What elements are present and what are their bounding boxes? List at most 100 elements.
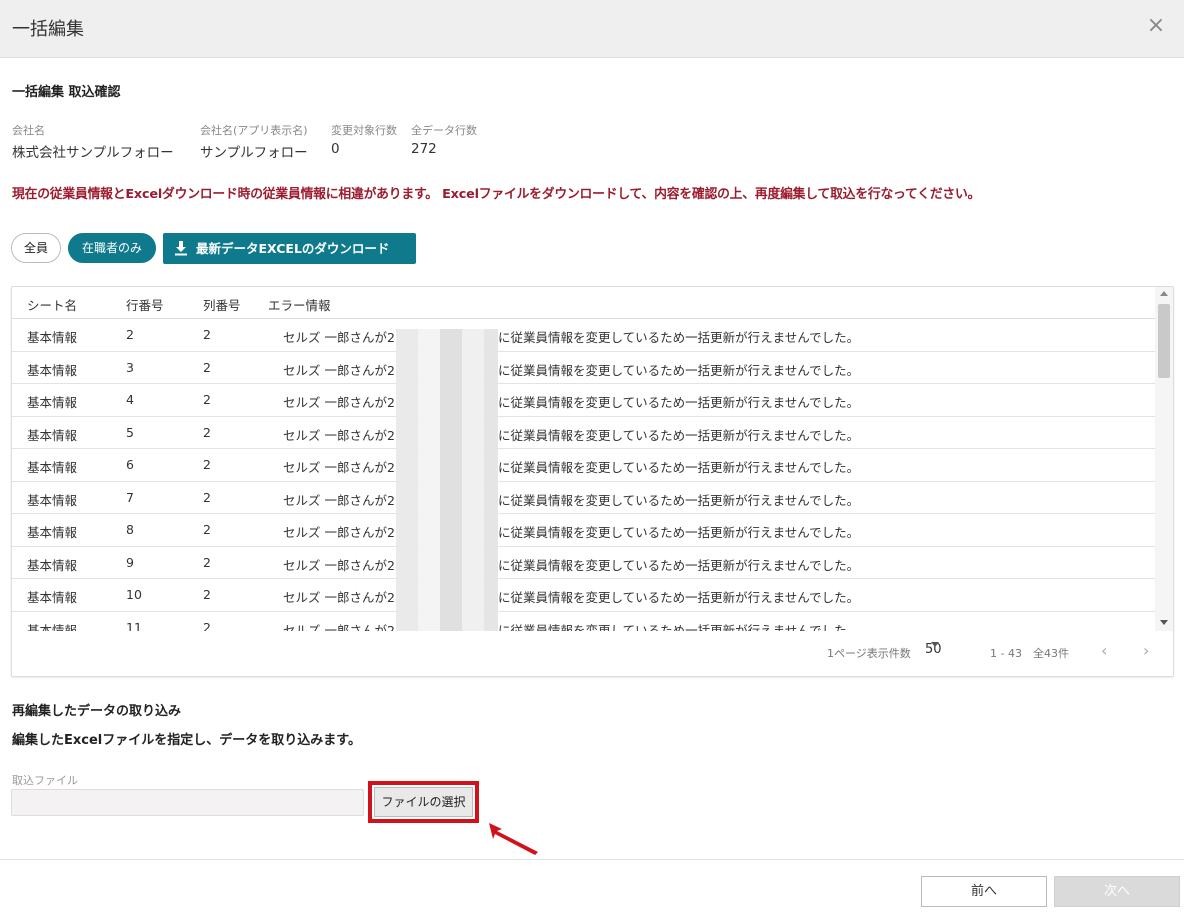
cell-error-prefix: セルズ 一郎さんが2: [283, 427, 395, 443]
cell-row: 6: [126, 457, 134, 472]
cell-sheet: 基本情報: [27, 460, 78, 475]
cell-error-prefix: セルズ 一郎さんが2: [283, 492, 395, 508]
cell-error-prefix: セルズ 一郎さんが2: [283, 460, 395, 475]
header-error: エラー情報: [268, 298, 331, 313]
cell-col: 2: [203, 424, 211, 440]
cell-row: 4: [126, 392, 134, 407]
table-row: 基本情報 7 2 セルズ 一郎さんが2 に従業員情報を変更しているため一括更新が行えませ…: [12, 482, 1156, 514]
annotation-arrow-icon: [489, 823, 538, 855]
app-company-value: サンプルフォロー: [200, 145, 308, 161]
confirm-section-title: 一括編集 取込確認: [12, 85, 121, 100]
table-row: 基本情報 10 2 セルズ 一郎さんが2 に従業員情報を変更しているため一括更新が行えま…: [12, 579, 1156, 612]
redacted-area: [396, 329, 498, 631]
table-pager: 1ページ表示件数 50 1 - 43 全43件 ‹ ›: [12, 631, 1173, 676]
company-label: 会社名: [12, 124, 45, 137]
target-rows-value: 0: [331, 141, 340, 157]
table-row: 基本情報 4 2 セルズ 一郎さんが2 に従業員情報を変更しているため一括更新が行えませ…: [12, 384, 1156, 417]
cell-row: 9: [126, 554, 134, 570]
reimport-title: 再編集したデータの取り込み: [12, 704, 182, 719]
table-row: 基本情報 3 2 セルズ 一郎さんが2 に従業員情報を変更しているため一括更新が行えませ…: [12, 352, 1156, 384]
prev-button[interactable]: 前へ: [921, 876, 1047, 907]
prev-page-icon[interactable]: ‹: [1101, 641, 1107, 660]
cell-row: 8: [126, 522, 134, 537]
cell-row: 2: [126, 327, 134, 342]
table-scrollbar[interactable]: [1155, 287, 1173, 631]
cell-col: 2: [203, 327, 211, 342]
cell-col: 2: [203, 392, 211, 407]
all-rows-label: 全データ行数: [411, 124, 477, 137]
table-row: 基本情報 2 2 セルズ 一郎さんが2 に従業員情報を変更しているため一括更新が行えませ…: [12, 319, 1156, 352]
footer-divider: [0, 859, 1184, 860]
cell-col: 2: [203, 359, 211, 375]
warning-message: 現在の従業員情報とExcelダウンロード時の従業員情報に相違があります。 Exc…: [12, 187, 981, 202]
cell-error-prefix: セルズ 一郎さんが2: [283, 525, 395, 540]
caret-down-icon: [931, 642, 939, 647]
cell-row: 5: [126, 424, 134, 440]
scroll-down-icon[interactable]: [1160, 620, 1168, 625]
file-select-button[interactable]: ファイルの選択: [374, 787, 473, 817]
header-row: 行番号: [126, 298, 164, 313]
table-row: 基本情報 5 2 セルズ 一郎さんが2 に従業員情報を変更しているため一括更新が行えませ…: [12, 417, 1156, 449]
cell-sheet: 基本情報: [27, 557, 78, 573]
cell-error-prefix: セルズ 一郎さんが2: [283, 590, 395, 605]
cell-col: 2: [203, 522, 211, 537]
cell-sheet: 基本情報: [27, 395, 78, 410]
table-row: 基本情報 11 2 セルズ 一郎さんが2 に従業員情報を変更しているため一括更新が行えま…: [12, 612, 1156, 632]
cell-error-suffix: に従業員情報を変更しているため一括更新が行えませんでした。: [498, 362, 860, 378]
dialog-header: 一括編集 ×: [0, 0, 1184, 58]
cell-error-suffix: に従業員情報を変更しているため一括更新が行えませんでした。: [498, 492, 860, 508]
all-rows-value: 272: [411, 141, 437, 157]
filter-all-button[interactable]: 全員: [11, 233, 61, 263]
cell-error-prefix: セルズ 一郎さんが2: [283, 395, 395, 410]
filter-employed-button[interactable]: 在職者のみ: [68, 233, 156, 263]
cell-error-suffix: に従業員情報を変更しているため一括更新が行えませんでした。: [498, 427, 860, 443]
header-sheet: シート名: [27, 298, 78, 313]
cell-sheet: 基本情報: [27, 492, 78, 508]
cell-row: 7: [126, 489, 134, 505]
cell-row: 11: [126, 619, 142, 632]
table-row: 基本情報 9 2 セルズ 一郎さんが2 に従業員情報を変更しているため一括更新が行えませ…: [12, 547, 1156, 579]
reimport-description: 編集したExcelファイルを指定し、データを取り込みます。: [12, 733, 361, 748]
company-value: 株式会社サンプルフォロー: [12, 145, 174, 161]
cell-error-suffix: に従業員情報を変更しているため一括更新が行えませんでした。: [498, 330, 860, 345]
cell-error-suffix: に従業員情報を変更しているため一括更新が行えませんでした。: [498, 557, 860, 573]
cell-error-suffix: に従業員情報を変更しているため一括更新が行えませんでした。: [498, 525, 860, 540]
download-icon: [175, 241, 187, 256]
cell-col: 2: [203, 587, 211, 602]
cell-col: 2: [203, 489, 211, 505]
cell-sheet: 基本情報: [27, 362, 78, 378]
cell-row: 10: [126, 587, 142, 602]
header-col: 列番号: [203, 298, 241, 313]
download-excel-button[interactable]: 最新データEXCELのダウンロード: [163, 233, 416, 264]
table-header: シート名 行番号 列番号 エラー情報: [12, 287, 1156, 319]
cell-col: 2: [203, 554, 211, 570]
cell-error-prefix: セルズ 一郎さんが2: [283, 330, 395, 345]
cell-col: 2: [203, 457, 211, 472]
cell-error-prefix: セルズ 一郎さんが2: [283, 622, 395, 632]
cell-error-prefix: セルズ 一郎さんが2: [283, 557, 395, 573]
cell-error-suffix: に従業員情報を変更しているため一括更新が行えませんでした。: [498, 622, 860, 632]
download-label: 最新データEXCELのダウンロード: [196, 241, 390, 256]
cell-sheet: 基本情報: [27, 622, 78, 632]
cell-error-suffix: に従業員情報を変更しているため一括更新が行えませんでした。: [498, 395, 860, 410]
scroll-up-icon[interactable]: [1160, 291, 1168, 296]
next-button[interactable]: 次へ: [1054, 876, 1180, 907]
close-icon[interactable]: ×: [1146, 14, 1166, 38]
error-table: シート名 行番号 列番号 エラー情報 基本情報 2 2 セルズ 一郎さんが2 に従業員情…: [11, 286, 1174, 677]
table-row: 基本情報 8 2 セルズ 一郎さんが2 に従業員情報を変更しているため一括更新が行えませ…: [12, 514, 1156, 547]
table-body: シート名 行番号 列番号 エラー情報 基本情報 2 2 セルズ 一郎さんが2 に従業員情…: [12, 287, 1156, 631]
page-range: 1 - 43 全43件: [990, 647, 1069, 660]
app-company-label: 会社名(アプリ表示名): [200, 124, 308, 137]
cell-sheet: 基本情報: [27, 590, 78, 605]
target-rows-label: 変更対象行数: [331, 124, 397, 137]
cell-sheet: 基本情報: [27, 427, 78, 443]
next-page-icon[interactable]: ›: [1143, 641, 1149, 660]
scroll-thumb[interactable]: [1158, 304, 1170, 378]
cell-error-suffix: に従業員情報を変更しているため一括更新が行えませんでした。: [498, 460, 860, 475]
dialog-title: 一括編集: [12, 19, 84, 40]
table-row: 基本情報 6 2 セルズ 一郎さんが2 に従業員情報を変更しているため一括更新が行えませ…: [12, 449, 1156, 482]
cell-sheet: 基本情報: [27, 330, 78, 345]
per-page-label: 1ページ表示件数: [827, 647, 911, 660]
cell-sheet: 基本情報: [27, 525, 78, 540]
file-input[interactable]: [11, 789, 364, 816]
